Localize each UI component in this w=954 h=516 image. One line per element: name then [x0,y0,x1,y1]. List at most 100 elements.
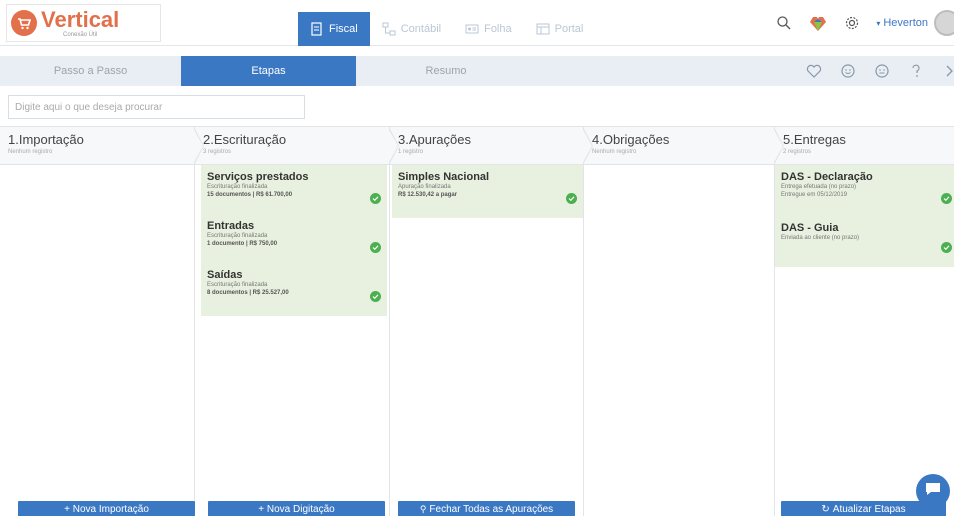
chevron-down-icon[interactable]: ▾ [876,19,880,28]
chat-button[interactable] [916,474,950,508]
column-header: 3.Apurações 1 registro [390,127,593,165]
stage-card[interactable]: Serviços prestados Escrituração finaliza… [207,169,381,210]
lock-icon: ⚲ [419,503,427,514]
column-count: Nenhum registro [592,149,637,155]
card-title: Saídas [207,269,243,281]
module-label: Fiscal [329,23,358,35]
stage-column-escrituracao: 2.Escrituração 3 registros Serviços pres… [195,127,399,516]
card-title: DAS - Declaração [781,171,873,183]
check-icon [370,242,381,253]
brand-name: Vertical [41,6,120,32]
avatar[interactable] [934,10,954,36]
portal-icon [536,22,550,36]
module-tab-fiscal[interactable]: Fiscal [298,12,370,46]
search-icon[interactable] [774,13,794,33]
chevron-divider [388,127,399,165]
card-detail: 1 documento | R$ 750,00 [207,241,278,247]
button-label: Atualizar Etapas [832,503,906,515]
column-count: 3 registros [203,149,232,155]
cart-icon [11,10,37,36]
tab-resumo[interactable]: Resumo [356,56,536,86]
smiley-outline-icon[interactable] [872,61,892,81]
document-icon [310,22,324,36]
stage-column-apuracoes: 3.Apurações 1 registro Simples Nacional … [390,127,593,516]
check-icon [941,193,952,204]
check-icon [370,291,381,302]
stage-card[interactable]: DAS - Guia Enviada ao cliente (no prazo) [781,220,952,253]
check-icon [941,242,952,253]
card-title: Entradas [207,220,255,232]
column-title: 1.Importação [8,132,84,147]
card-status: Apuração finalizada [398,184,451,190]
user-name[interactable]: Heverton [883,17,928,29]
column-count: Nenhum registro [8,149,53,155]
org-chart-icon [382,22,396,36]
column-header: 5.Entregas 2 registros [775,127,954,165]
stages-board: 1.Importação Nenhum registro + Nova Impo… [0,126,954,516]
module-label: Folha [484,23,512,35]
chevron-right-icon[interactable] [940,61,954,81]
smiley-icon[interactable] [838,61,858,81]
search-input[interactable] [8,95,305,119]
module-tab-portal[interactable]: Portal [524,12,596,46]
card-title: Simples Nacional [398,171,490,183]
stage-card[interactable]: DAS - Declaração Entrega efetuada (no pr… [781,169,952,210]
chevron-divider [582,127,593,165]
module-tabs: Fiscal Contábil Folha Portal [298,12,595,46]
card-detail: Entregue em 05/12/2019 [781,192,848,198]
card-title: Serviços prestados [207,171,309,183]
brand-logo[interactable]: Vertical Conexão Útil [6,4,161,42]
nova-digitacao-button[interactable]: + Nova Digitação [208,501,385,516]
module-tab-folha[interactable]: Folha [453,12,524,46]
stage-card[interactable]: Entradas Escrituração finalizada 1 docum… [207,218,381,259]
card-status: Entrega efetuada (no prazo) [781,184,857,190]
card-status: Escrituração finalizada [207,233,268,239]
stage-column-importacao: 1.Importação Nenhum registro + Nova Impo… [0,127,204,516]
column-title: 4.Obrigações [592,132,670,147]
column-title: 3.Apurações [398,132,471,147]
column-title: 5.Entregas [783,132,846,147]
card-status: Enviada ao cliente (no prazo) [781,235,860,241]
column-header: 1.Importação Nenhum registro [0,127,204,165]
column-header: 4.Obrigações Nenhum registro [584,127,784,165]
card-status: Escrituração finalizada [207,184,268,190]
stage-card[interactable]: Saídas Escrituração finalizada 8 documen… [207,267,381,308]
card-group: DAS - Declaração Entrega efetuada (no pr… [775,165,954,267]
stage-column-entregas: 5.Entregas 2 registros DAS - Declaração … [775,127,954,516]
top-right-actions: ▾ Heverton [774,10,954,36]
refresh-icon: ↻ [821,503,830,515]
card-group: Serviços prestados Escrituração finaliza… [201,165,387,316]
card-detail: 15 documentos | R$ 61.700,00 [207,192,293,198]
card-detail: R$ 12.530,42 a pagar [398,192,458,198]
sub-navigation: Passo a Passo Etapas Resumo [0,56,954,86]
check-icon [370,193,381,204]
button-label: Fechar Todas as Apurações [429,503,554,515]
card-group: Simples Nacional Apuração finalizada R$ … [392,165,583,218]
stage-card[interactable]: Simples Nacional Apuração finalizada R$ … [398,169,577,210]
module-tab-contabil[interactable]: Contábil [370,12,453,46]
tab-etapas[interactable]: Etapas [181,56,356,86]
module-label: Portal [554,23,584,35]
column-count: 1 registro [398,149,424,155]
chevron-divider [773,127,784,165]
gear-icon[interactable] [842,13,862,33]
chevron-divider [193,127,204,165]
column-header: 2.Escrituração 3 registros [195,127,399,165]
heart-icon[interactable] [804,61,824,81]
column-title: 2.Escrituração [203,132,287,147]
tab-passo-a-passo[interactable]: Passo a Passo [0,56,181,86]
card-status: Escrituração finalizada [207,282,268,288]
stage-column-obrigacoes: 4.Obrigações Nenhum registro [584,127,784,516]
heart-diamond-icon[interactable] [808,13,828,33]
nova-importacao-button[interactable]: + Nova Importação [18,501,195,516]
module-label: Contábil [400,23,442,35]
column-count: 2 registros [783,149,812,155]
help-icon[interactable] [906,61,926,81]
check-icon [566,193,577,204]
card-title: DAS - Guia [781,222,839,234]
fechar-apuracoes-button[interactable]: ⚲ Fechar Todas as Apurações [398,501,575,516]
id-card-icon [465,22,479,36]
brand-tagline: Conexão Útil [63,31,98,38]
top-navbar: Vertical Conexão Útil Fiscal Contábil Fo… [0,0,954,46]
card-detail: 8 documentos | R$ 25.527,00 [207,290,289,296]
